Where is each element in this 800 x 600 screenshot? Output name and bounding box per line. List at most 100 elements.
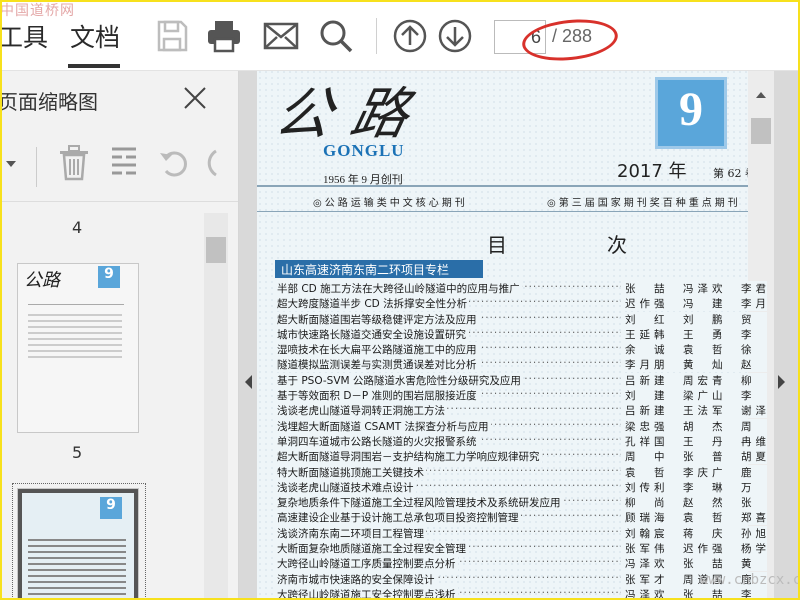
- toc-authors: 梁忠强 胡 杰 周 伟: [621, 418, 767, 434]
- toc-list: ········································…: [277, 281, 767, 600]
- toc-title: 大跨径山岭隧道工序质量控制要点分析: [277, 556, 458, 572]
- toolbar-divider: [376, 18, 377, 54]
- toc-title: 济南市城市快速路的安全保障设计: [277, 571, 437, 587]
- panel-toolbar-divider: [36, 147, 37, 187]
- toc-title: 高速建设企业基于设计施工总承包项目投资控制管理: [277, 510, 521, 526]
- rotate-left-icon[interactable]: [158, 147, 190, 179]
- toc-title: 单洞四车道城市公路长隧道的火灾报警系统: [277, 433, 479, 449]
- toc-authors: 吕新建 周宏青 柳 向: [621, 372, 767, 388]
- tab-tools[interactable]: 工具: [0, 18, 48, 54]
- toc-heading: 目 次: [487, 233, 667, 257]
- section-title: 山东高速济南东南二环项目专栏: [281, 263, 450, 277]
- watermark-url: www.cnbzcx.com: [700, 572, 800, 588]
- toc-authors: 顾瑞海 袁 哲 郑喜民: [621, 510, 767, 526]
- tab-document[interactable]: 文档: [70, 18, 120, 54]
- toc-row: ········································…: [277, 388, 767, 404]
- toc-authors: 王延韩 王 勇 李 庆: [621, 326, 767, 342]
- issue-number: 9: [679, 83, 703, 136]
- thumbnail-page-label: 5: [72, 443, 83, 462]
- issue-year: 2017 年: [617, 161, 687, 182]
- toc-row: ········································…: [277, 403, 767, 419]
- toc-row: ········································…: [277, 296, 767, 312]
- close-icon[interactable]: [182, 85, 208, 111]
- toc-authors: 刘 红 刘 鹏 贸 磊: [621, 311, 767, 327]
- toc-row: ········································…: [277, 556, 767, 572]
- scroll-up-arrow-icon[interactable]: [754, 90, 768, 100]
- toc-title: 城市快速路长隧道交通安全设施设置研究: [277, 326, 468, 342]
- toc-authors: 袁 哲 李庆广 鹿 庆: [621, 464, 767, 480]
- thumbnail-page-5[interactable]: 公路 9: [18, 264, 138, 432]
- toc-title: 浅谈老虎山隧道技术难点设计: [277, 479, 416, 495]
- toc-title: 特大断面隧道挑顶施工关键技术: [277, 464, 426, 480]
- thumbnail-scrollbar-thumb[interactable]: [206, 237, 226, 263]
- toc-row: ········································…: [277, 357, 767, 373]
- next-page-arrow-icon[interactable]: [777, 374, 787, 390]
- main-toolbar: 工具 文档 中国道桥网 6 / 288: [0, 0, 800, 71]
- thumbnail-journal-art: 公路: [24, 270, 60, 291]
- thumbnail-issue-box: 9: [98, 266, 120, 288]
- thumbnail-scrollbar[interactable]: [204, 213, 228, 600]
- active-tab-indicator: [68, 64, 120, 68]
- toc-row: ········································…: [277, 433, 767, 449]
- toc-title: 基于等效面积 D－P 准则的围岩屈服接近度: [277, 388, 479, 404]
- document-view[interactable]: 公路 GONGLU 1956 年 9 月创刊 9 2017 年 第 62 卷 ◎…: [239, 71, 800, 600]
- save-icon[interactable]: [154, 18, 190, 54]
- thumbnail-text-lines: [28, 539, 126, 541]
- toc-row: ········································…: [277, 281, 767, 296]
- toc-authors: 冯泽欢 张 喆 黄 雷: [621, 556, 767, 572]
- thumbnail-rule: [28, 304, 124, 305]
- delete-page-icon[interactable]: [58, 145, 90, 181]
- header-rule: [257, 185, 769, 187]
- toc-authors: 孔祥国 王 丹 冉维彬: [621, 433, 767, 449]
- toc-title: 超大跨度隧道半步 CD 法拆撑安全性分析: [277, 296, 470, 312]
- email-icon[interactable]: [263, 18, 299, 54]
- header-rule: [257, 211, 769, 212]
- toc-authors: 迟作强 冯 建 李月顺: [621, 296, 767, 312]
- journal-tag-right: ◎第三届国家期刊奖百种重点期刊: [547, 198, 741, 209]
- toc-authors: 刘 建 梁广山 李 军: [621, 388, 767, 404]
- toc-authors: 余 诚 袁 哲 徐 军: [621, 342, 767, 358]
- toc-row: ········································…: [277, 372, 767, 388]
- search-icon[interactable]: [318, 18, 354, 54]
- toc-row: ········································…: [277, 449, 767, 465]
- toc-title: 浅谈老虎山隧道导洞转正洞施工方法: [277, 403, 447, 419]
- toc-title: 大断面复杂地质隧道施工全过程安全管理: [277, 541, 468, 557]
- toc-row: ········································…: [277, 571, 767, 587]
- options-dropdown-icon[interactable]: [4, 159, 18, 169]
- journal-title-art: 公路: [269, 82, 435, 147]
- document-page: 公路 GONGLU 1956 年 9 月创刊 9 2017 年 第 62 卷 ◎…: [257, 71, 769, 600]
- toc-authors: 周 中 张 普 胡夏炎: [621, 449, 767, 465]
- page-up-icon[interactable]: [392, 18, 428, 54]
- toc-authors: 张 喆 冯泽欢 李君如: [621, 281, 767, 296]
- issue-number-box: 9: [655, 77, 727, 149]
- toc-authors: 冯泽欢 张 喆 李 军: [621, 586, 767, 600]
- previous-page-arrow-icon[interactable]: [243, 374, 253, 390]
- toc-row: ········································…: [277, 464, 767, 480]
- toc-title: 浅谈济南东南二环项目工程管理: [277, 525, 426, 541]
- toc-title: 超大断面隧道导洞围岩－支护结构施工力学响应规律研究: [277, 449, 542, 465]
- page-down-icon[interactable]: [437, 18, 473, 54]
- toc-title: 半部 CD 施工方法在大跨径山岭隧道中的应用与推广: [277, 281, 522, 296]
- toc-authors: 刘翰宸 蒋 庆 孙旭彬: [621, 525, 767, 541]
- rotate-right-icon[interactable]: [206, 147, 218, 179]
- document-scrollbar-thumb[interactable]: [751, 118, 771, 144]
- panel-title: 页面缩略图: [0, 90, 98, 114]
- toc-title: 超大断面隧道围岩等级稳健评定方法及应用: [277, 311, 479, 327]
- toc-title: 湿喷技术在长大扁平公路隧道施工中的应用: [277, 342, 479, 358]
- thumbnail-page-label: 4: [72, 218, 83, 237]
- thumbnail-panel: 页面缩略图 4 公路 9 5 9: [0, 71, 239, 600]
- print-icon[interactable]: [206, 18, 242, 54]
- toc-authors: 柳 尚 赵 然 张 斌: [621, 495, 767, 511]
- toc-row: ········································…: [277, 326, 767, 342]
- toc-title: 隧道模拟监测误差与实测贯通误差对比分析: [277, 357, 479, 373]
- journal-tag-left: ◎公路运输类中文核心期刊: [313, 198, 468, 209]
- toc-row: ········································…: [277, 311, 767, 327]
- thumbnail-page-6[interactable]: 9: [18, 489, 138, 600]
- toc-row: ········································…: [277, 541, 767, 557]
- watermark-logo: 中国道桥网: [0, 3, 75, 19]
- extract-pages-icon[interactable]: [108, 145, 140, 181]
- toc-row: ········································…: [277, 510, 767, 526]
- thumbnail-text-lines: [28, 314, 122, 316]
- toc-title: 大跨径山岭隧道施工安全控制要点浅析: [277, 586, 458, 600]
- toc-authors: 刘传利 李 琳 万 利: [621, 479, 767, 495]
